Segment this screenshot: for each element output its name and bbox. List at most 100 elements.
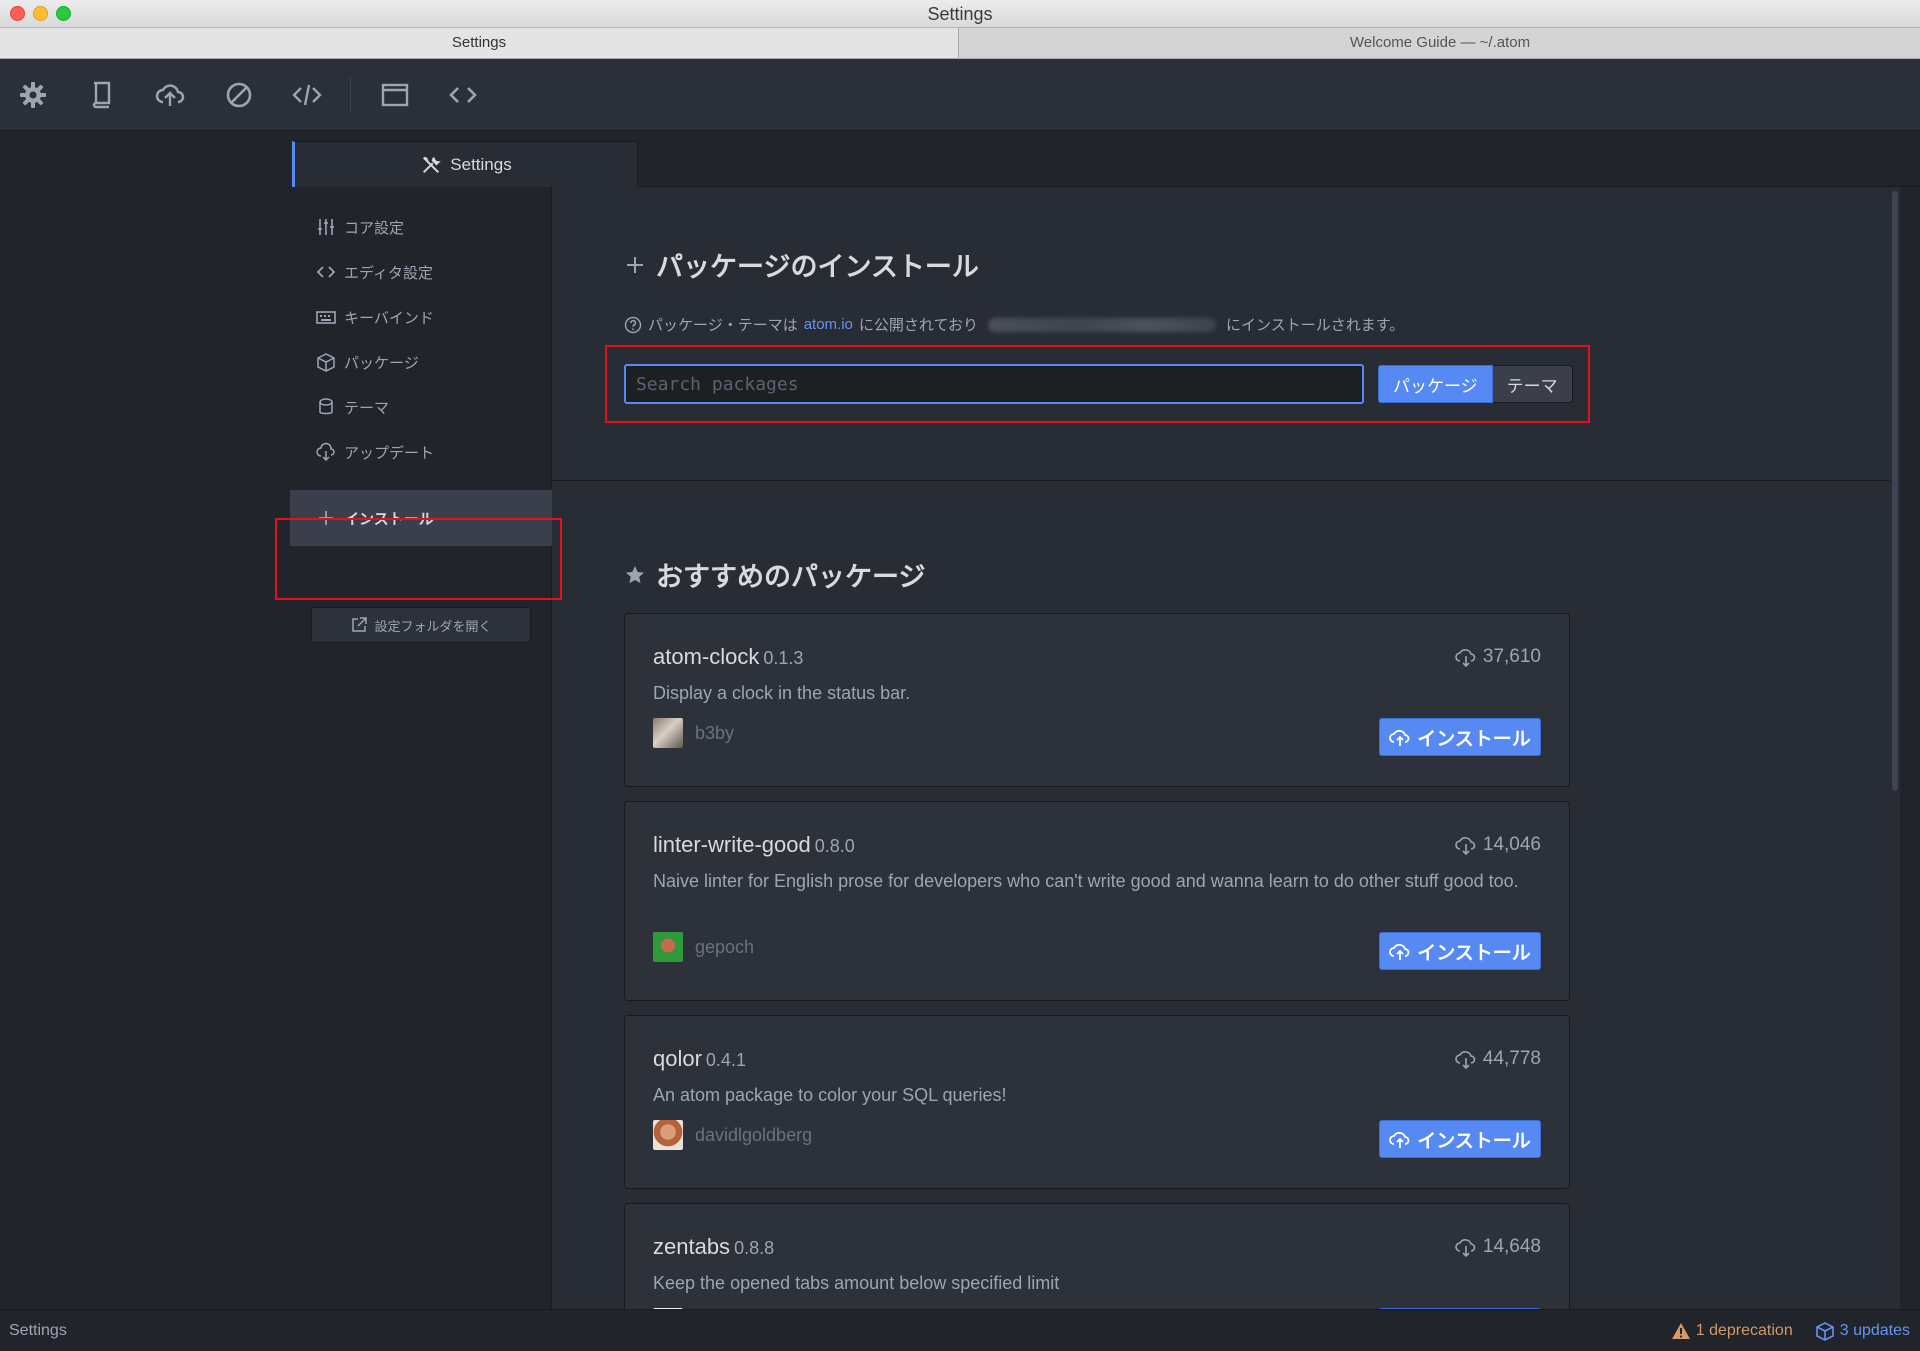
search-packages-input[interactable] [624, 364, 1364, 404]
updates-count: 3 updates [1839, 1322, 1910, 1339]
package-version: 0.4.1 [705, 1050, 746, 1070]
package-title[interactable]: zentabs 0.8.8 [653, 1234, 774, 1260]
settings-side-nav: コア設定 エディタ設定 キーバインド パッケージ テーマ アップデート インスト… [290, 187, 552, 1309]
plus-icon [319, 511, 333, 525]
document-tab-bar: Settings Welcome Guide — ~/.atom [0, 28, 1920, 59]
atom-io-link[interactable]: atom.io [804, 316, 853, 333]
content-scrollbar[interactable] [1890, 187, 1900, 1309]
download-count: 44,778 [1455, 1048, 1541, 1070]
status-current-item[interactable]: Settings [9, 1322, 67, 1340]
featured-heading-text: おすすめのパッケージ [656, 562, 926, 592]
plus-icon [627, 256, 643, 273]
scrollbar-thumb[interactable] [1892, 191, 1898, 791]
search-themes-toggle[interactable]: テーマ [1492, 365, 1573, 403]
cloud-upload-icon [1389, 1131, 1410, 1148]
package-updates-status[interactable]: 3 updates [1815, 1321, 1910, 1341]
package-title[interactable]: linter-write-good 0.8.0 [653, 832, 855, 858]
package-description: Naive linter for English prose for devel… [653, 871, 1519, 891]
cloud-upload-icon [1389, 943, 1410, 960]
info-middle: に公開されており [858, 317, 979, 334]
disable-tool-button[interactable] [219, 75, 259, 115]
download-count-value: 37,610 [1482, 646, 1541, 667]
left-dock [0, 131, 290, 1309]
package-owner[interactable]: b3by [653, 718, 734, 748]
package-card[interactable]: atom-clock 0.1.3 37,610 Display a clock i… [624, 613, 1570, 787]
install-heading: パッケージのインストール [624, 245, 979, 284]
title-bar: Settings [0, 0, 1920, 28]
pane-tab-label: Settings [450, 154, 512, 174]
browser-window-icon [381, 83, 409, 107]
book-icon [92, 81, 111, 109]
install-packages-section: パッケージのインストール パッケージ・テーマは atom.io に公開されており… [552, 187, 1900, 481]
settings-tool-button[interactable] [13, 75, 53, 115]
settings-view: コア設定 エディタ設定 キーバインド パッケージ テーマ アップデート インスト… [290, 187, 1920, 1309]
toolbar-separator [350, 77, 351, 113]
code-tool-button[interactable] [287, 75, 327, 115]
package-title[interactable]: qolor 0.4.1 [653, 1046, 746, 1072]
install-button[interactable]: インストール [1379, 932, 1541, 970]
star-icon [626, 565, 644, 583]
nav-item-label: エディタ設定 [344, 264, 433, 282]
install-button-label: インストール [1417, 728, 1531, 750]
package-card[interactable]: qolor 0.4.1 44,778 An atom package to col… [624, 1015, 1570, 1189]
download-count-value: 14,648 [1482, 1236, 1541, 1257]
cloud-upload-icon [1389, 729, 1410, 746]
info-suffix: にインストールされます。 [1226, 317, 1405, 334]
package-version: 0.8.8 [734, 1238, 775, 1258]
package-name: zentabs [653, 1234, 731, 1259]
package-card[interactable]: zentabs 0.8.8 14,648 Keep the opened tabs… [624, 1203, 1570, 1309]
deprecation-count: 1 deprecation [1695, 1322, 1793, 1339]
tab-welcome-guide[interactable]: Welcome Guide — ~/.atom [960, 28, 1920, 58]
tab-settings[interactable]: Settings [0, 28, 959, 58]
package-description: An atom package to color your SQL querie… [653, 1085, 1007, 1105]
avatar [653, 1120, 683, 1150]
package-icon [317, 353, 335, 372]
download-count: 14,648 [1455, 1236, 1541, 1258]
avatar [653, 718, 683, 748]
atom-window: Settings Settings Welcome Guide — ~/.ato… [0, 0, 1920, 1351]
package-version: 0.1.3 [763, 648, 804, 668]
open-config-folder-label: 設定フォルダを開く [374, 618, 492, 634]
source-tool-button[interactable] [443, 75, 483, 115]
nav-item-updates[interactable]: アップデート [290, 424, 552, 480]
cloud-download-icon [1455, 837, 1476, 856]
pane-tab-settings[interactable]: Settings [292, 141, 638, 187]
redacted-path [988, 317, 1217, 332]
package-name: qolor [653, 1046, 702, 1071]
browser-tool-button[interactable] [375, 75, 415, 115]
nav-item-label: テーマ [344, 399, 390, 417]
featured-heading: おすすめのパッケージ [624, 555, 925, 594]
owner-name: davidlgoldberg [695, 1124, 813, 1145]
install-button[interactable]: インストール [1379, 718, 1541, 756]
package-icon [1815, 1322, 1834, 1341]
guide-tool-button[interactable] [82, 75, 122, 115]
cloud-download-icon [1455, 1239, 1476, 1258]
package-version: 0.8.0 [814, 836, 855, 856]
search-packages-toggle[interactable]: パッケージ [1378, 365, 1493, 403]
nav-item-label: パッケージ [344, 354, 419, 372]
package-description: Keep the opened tabs amount below specif… [653, 1273, 1060, 1293]
package-owner[interactable]: gepoch [653, 932, 754, 962]
sliders-icon [318, 219, 334, 235]
tools-icon [423, 156, 442, 173]
owner-name: b3by [695, 722, 735, 743]
package-title[interactable]: atom-clock 0.1.3 [653, 644, 803, 670]
sync-tool-button[interactable] [150, 75, 190, 115]
code-icon [316, 266, 336, 278]
download-count: 14,046 [1455, 834, 1541, 856]
nav-item-label: インストール [344, 510, 434, 528]
paintcan-icon [319, 398, 333, 415]
open-config-folder-button[interactable]: 設定フォルダを開く [311, 607, 531, 643]
nav-item-label: キーバインド [344, 309, 434, 327]
status-right-items: 1 deprecation 3 updates [1671, 1321, 1910, 1341]
download-count-value: 44,778 [1482, 1048, 1541, 1069]
package-card[interactable]: linter-write-good 0.8.0 14,046 Naive lint… [624, 801, 1570, 1001]
package-owner[interactable]: davidlgoldberg [653, 1120, 812, 1150]
nav-item-install[interactable]: インストール [290, 490, 552, 546]
deprecation-status[interactable]: 1 deprecation [1671, 1321, 1793, 1341]
install-button[interactable]: インストール [1379, 1120, 1541, 1158]
package-name: linter-write-good [653, 832, 811, 857]
install-heading-text: パッケージのインストール [656, 252, 979, 282]
code-brackets-icon [449, 87, 477, 103]
download-count-value: 14,046 [1482, 834, 1541, 855]
